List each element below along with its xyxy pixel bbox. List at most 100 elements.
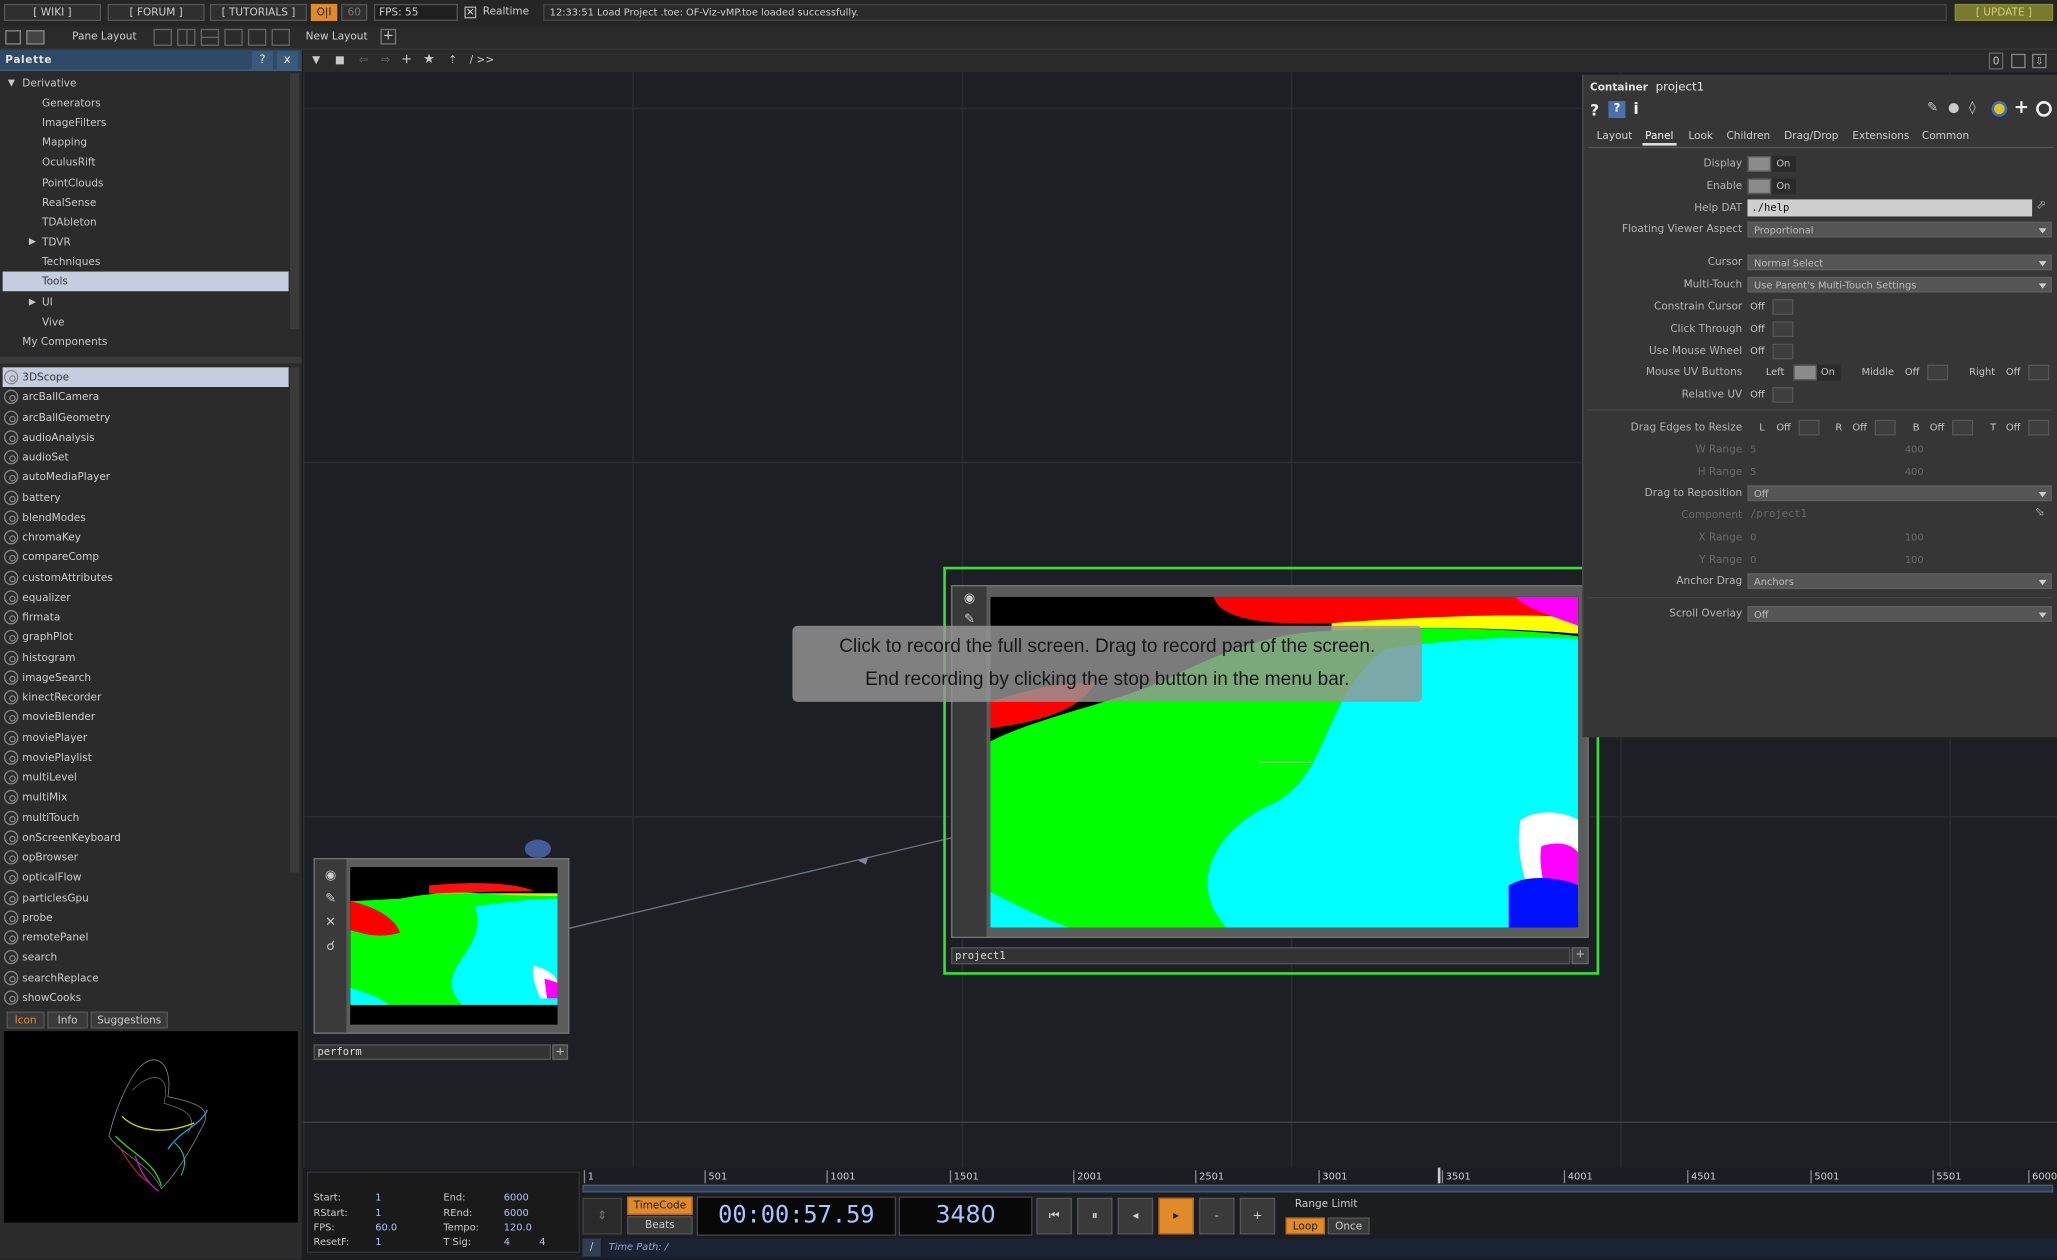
forum-button[interactable]: [ FORUM ] (107, 3, 205, 21)
folder-tdvr[interactable]: ▶ TDVR (3, 232, 289, 252)
uv-middle-box[interactable] (1927, 364, 1949, 381)
component-item[interactable]: battery (3, 487, 289, 507)
fps-cap-button[interactable]: 60 (341, 3, 368, 21)
project1-node-name[interactable]: project1 (951, 947, 1571, 965)
helpdat-field[interactable]: ./help (1747, 199, 2033, 217)
component-item[interactable]: multiTouch (3, 807, 289, 827)
folder-vive[interactable]: Vive (3, 312, 289, 332)
tab-suggestions[interactable]: Suggestions (90, 1011, 168, 1029)
component-item[interactable]: 3DScope (2, 367, 289, 388)
rend-value[interactable]: 6000 (504, 1207, 529, 1219)
home-icon[interactable]: + (399, 52, 415, 68)
frame-display[interactable]: 3480 (898, 1196, 1033, 1236)
scrolloverlay-menu[interactable]: Off (1747, 606, 2052, 622)
constrain-toggle-value[interactable]: Off (1750, 299, 1771, 315)
uv-left-knob[interactable] (1793, 364, 1817, 381)
component-item[interactable]: multiLevel (3, 767, 289, 787)
help-icon[interactable]: ? (1590, 101, 1599, 119)
perform-node[interactable]: ◉ ✎ ✕ ☌ (313, 857, 570, 1034)
update-button[interactable]: [ UPDATE ] (1954, 3, 2054, 21)
tab-drag-drop[interactable]: Drag/Drop (1782, 127, 1842, 145)
edge-t-box[interactable] (2028, 419, 2050, 436)
increase-button[interactable]: + (1239, 1197, 1276, 1235)
multitouch-menu[interactable]: Use Parent's Multi-Touch Settings (1747, 276, 2052, 293)
decrease-button[interactable]: - (1199, 1197, 1235, 1235)
layout-triple-icon[interactable] (224, 28, 243, 46)
folder-generators[interactable]: Generators (3, 93, 289, 113)
edge-r-value[interactable]: Off (1852, 420, 1867, 436)
tab-icon[interactable]: Icon (6, 1011, 45, 1029)
edge-b-box[interactable] (1952, 419, 1974, 436)
mousewheel-toggle-box[interactable] (1772, 343, 1794, 360)
wiki-button[interactable]: [ WIKI ] (3, 3, 102, 21)
edge-b-value[interactable]: Off (1930, 420, 1945, 436)
parent-up-icon[interactable]: ⇡ (445, 52, 461, 68)
folder-tools[interactable]: Tools (2, 271, 289, 292)
fps-value[interactable]: 60.0 (375, 1221, 397, 1233)
component-item[interactable]: onScreenKeyboard (3, 827, 289, 847)
component-item[interactable]: compareComp (3, 547, 289, 567)
relativeuv-toggle-value[interactable]: Off (1750, 387, 1771, 403)
wrange-max[interactable]: 400 (1905, 442, 1924, 458)
component-item[interactable]: autoMediaPlayer (3, 467, 289, 487)
tutorials-button[interactable]: [ TUTORIALS ] (209, 3, 307, 21)
tab-look[interactable]: Look (1686, 127, 1716, 145)
folder-my-components[interactable]: My Components (3, 332, 289, 352)
python-help-icon[interactable]: ? (1608, 101, 1626, 119)
layout-grid-icon[interactable] (271, 28, 290, 46)
dropdown-arrow-icon[interactable]: ▼ (308, 52, 324, 68)
hrange-max[interactable]: 400 (1905, 464, 1924, 480)
wrange-min[interactable]: 5 (1750, 442, 1756, 458)
folder-mapping[interactable]: Mapping (3, 133, 289, 153)
relativeuv-toggle-box[interactable] (1772, 387, 1794, 403)
tag-icon[interactable]: ◊ (1969, 101, 1975, 115)
component-item[interactable]: firmata (3, 607, 289, 627)
component-item[interactable]: customAttributes (3, 567, 289, 587)
power-toggle[interactable]: O|I (310, 3, 338, 21)
hrange-min[interactable]: 5 (1750, 464, 1756, 480)
component-item[interactable]: moviePlayer (3, 727, 289, 747)
component-item[interactable]: histogram (3, 647, 289, 667)
tsig-numerator[interactable]: 4 (504, 1236, 510, 1248)
component-item[interactable]: particlesGpu (3, 888, 289, 908)
pane-menu-icon[interactable]: ⇩ (2032, 53, 2047, 69)
component-item[interactable]: moviePlaylist (3, 747, 289, 767)
info-icon[interactable]: i (1633, 100, 1638, 118)
component-item[interactable]: showCooks (3, 988, 289, 1008)
timeline-range-bar[interactable] (582, 1184, 2054, 1193)
uv-middle-value[interactable]: Off (1905, 365, 1920, 381)
add-icon[interactable]: + (2014, 97, 2029, 118)
yrange-max[interactable]: 100 (1905, 552, 1924, 568)
timecode-toggle[interactable]: TimeCode (627, 1196, 693, 1215)
component-item[interactable]: blendModes (3, 507, 289, 527)
tab-layout[interactable]: Layout (1594, 127, 1635, 145)
component-item[interactable]: searchReplace (3, 968, 289, 988)
beats-toggle[interactable]: Beats (627, 1216, 693, 1235)
component-item[interactable]: search (3, 948, 289, 968)
comment-icon[interactable]: ● (1948, 101, 1959, 115)
component-item[interactable]: opticalFlow (3, 867, 289, 887)
component-item[interactable]: equalizer (3, 587, 289, 607)
component-item[interactable]: arcBallCamera (3, 387, 289, 407)
clickthrough-toggle-value[interactable]: Off (1750, 321, 1771, 337)
floating-aspect-menu[interactable]: Proportional (1747, 221, 2052, 238)
time-expand-icon[interactable]: ⇕ (582, 1197, 622, 1235)
enable-toggle-value[interactable]: On (1772, 178, 1796, 195)
once-button[interactable]: Once (1327, 1217, 1370, 1235)
layout-split-v-icon[interactable] (177, 28, 196, 46)
component-item[interactable]: audioAnalysis (3, 427, 289, 447)
edge-l-value[interactable]: Off (1776, 420, 1791, 436)
rstart-value[interactable]: 1 (375, 1207, 381, 1219)
folder-scrollbar[interactable] (289, 73, 300, 330)
folder-techniques[interactable]: Techniques (3, 252, 289, 272)
resetf-value[interactable]: 1 (375, 1236, 381, 1248)
constrain-toggle-box[interactable] (1772, 299, 1794, 315)
reposition-menu[interactable]: Off (1747, 485, 2052, 502)
step-back-button[interactable]: ◂ (1117, 1197, 1154, 1235)
maximize-pane-icon[interactable] (2011, 53, 2026, 69)
cursor-menu[interactable]: Normal Select (1747, 254, 2052, 271)
tab-panel[interactable]: Panel (1642, 127, 1677, 146)
component-item[interactable]: movieBlender (3, 707, 289, 727)
clickthrough-toggle-box[interactable] (1772, 321, 1794, 338)
python-icon[interactable] (1991, 101, 2008, 117)
